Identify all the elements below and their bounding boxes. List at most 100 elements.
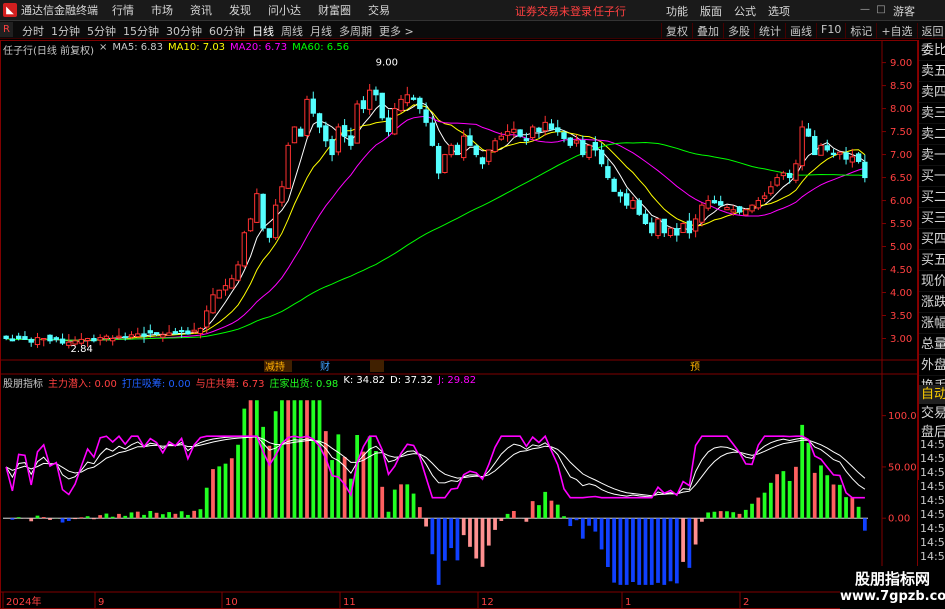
indicator-title[interactable]: 股朋指标 xyxy=(3,375,43,390)
tool-adjust[interactable]: 复权 xyxy=(661,23,692,39)
period-timeshare[interactable]: 分时 xyxy=(22,23,44,39)
period-5min[interactable]: 5分钟 xyxy=(87,23,116,39)
menu-options[interactable]: 选项 xyxy=(768,3,790,19)
guest-user[interactable]: 游客 xyxy=(893,3,915,19)
menu-wealth[interactable]: 财富圈 xyxy=(318,2,351,18)
candle-body xyxy=(718,201,724,206)
side-item-9[interactable]: 买四 xyxy=(919,229,945,250)
tool-add-watchlist[interactable]: +自选 xyxy=(876,23,916,39)
candle-body xyxy=(266,228,273,238)
candle-body xyxy=(316,113,323,128)
side-item-1[interactable]: 卖五 xyxy=(919,61,945,82)
candle-body xyxy=(692,218,699,232)
candle-body xyxy=(185,330,191,335)
candle-body xyxy=(360,100,367,110)
candle-body xyxy=(354,103,360,144)
side-item-14[interactable]: 总量 xyxy=(919,334,945,355)
candle-body xyxy=(843,152,849,160)
tick-time: 14:56 xyxy=(920,550,945,563)
tool-draw[interactable]: 画线 xyxy=(785,23,816,39)
candle-body xyxy=(109,338,116,342)
date-label: 9 xyxy=(98,597,104,608)
tick-time: 14:56 xyxy=(920,480,945,493)
candle-body xyxy=(642,213,649,225)
candle-body xyxy=(97,337,103,341)
candle-body xyxy=(116,335,122,338)
period-1min[interactable]: 1分钟 xyxy=(51,23,80,39)
app-logo-icon: ◣ xyxy=(3,3,17,17)
tool-overlay[interactable]: 叠加 xyxy=(692,23,723,39)
side-item-3[interactable]: 卖三 xyxy=(919,103,945,124)
side-item-12[interactable]: 涨跌 xyxy=(919,292,945,313)
side-item-0[interactable]: 委比 xyxy=(919,40,945,61)
candle-body xyxy=(548,123,555,130)
main-legend: 任子行(日线 前复权) × MA5: 6.83 MA10: 7.03 MA20:… xyxy=(3,42,354,57)
candle-body xyxy=(417,97,423,110)
period-monthly[interactable]: 月线 xyxy=(310,23,332,39)
side-item-10[interactable]: 买五 xyxy=(919,250,945,271)
side-auto[interactable]: 自动 xyxy=(919,385,945,404)
candle-body xyxy=(285,144,291,189)
kline-chart[interactable]: 9.00 8.50 8.00 7.50 7.00 6.50 6.00 5.50 5.00 4.50… xyxy=(0,40,918,609)
candle-body xyxy=(511,128,517,133)
price-tick-label: 6.50 xyxy=(890,173,912,184)
menu-news[interactable]: 资讯 xyxy=(190,2,212,18)
candle-body xyxy=(222,285,229,291)
tool-stats[interactable]: 统计 xyxy=(754,23,785,39)
candle-body xyxy=(47,334,53,342)
period-15min[interactable]: 15分钟 xyxy=(123,23,159,39)
side-item-13[interactable]: 涨幅 xyxy=(919,313,945,334)
event-marker: 预 xyxy=(690,361,700,373)
menu-market[interactable]: 行情 xyxy=(112,2,134,18)
side-item-4[interactable]: 卖二 xyxy=(919,124,945,145)
tool-multistock[interactable]: 多股 xyxy=(723,23,754,39)
candle-body xyxy=(661,218,667,234)
tool-mark[interactable]: 标记 xyxy=(845,23,876,39)
side-trade[interactable]: 交易 xyxy=(919,404,945,423)
candle-body xyxy=(529,126,536,139)
candle-body xyxy=(849,156,856,163)
candle-body xyxy=(323,125,329,142)
period-multi[interactable]: 多周期 xyxy=(339,23,372,39)
maximize-icon[interactable]: □ xyxy=(874,3,888,17)
candle-body xyxy=(291,126,298,144)
minimize-icon[interactable]: — xyxy=(858,3,872,17)
price-tick-label: 6.00 xyxy=(890,196,912,207)
legend-distribute: 庄家出货: 0.98 xyxy=(269,379,339,390)
candle-body xyxy=(41,338,47,341)
side-item-11[interactable]: 现价 xyxy=(919,271,945,292)
candle-body xyxy=(674,228,680,236)
legend-ma5: MA5: 6.83 xyxy=(112,42,164,53)
candle-body xyxy=(59,338,66,344)
period-daily[interactable]: 日线 xyxy=(252,23,274,39)
price-tick-label: 4.50 xyxy=(890,265,912,276)
legend-ma10: MA10: 7.03 xyxy=(168,42,226,53)
candle-body xyxy=(730,209,736,213)
side-item-2[interactable]: 卖四 xyxy=(919,82,945,103)
d-line xyxy=(5,436,866,497)
side-item-15[interactable]: 外盘 xyxy=(919,355,945,376)
menu-trade[interactable]: 交易 xyxy=(368,2,390,18)
candle-body xyxy=(761,195,768,199)
side-item-5[interactable]: 卖一 xyxy=(919,145,945,166)
side-item-8[interactable]: 买三 xyxy=(919,208,945,229)
tool-back[interactable]: 返回 xyxy=(916,23,945,39)
legend-close-icon[interactable]: × xyxy=(99,42,107,57)
period-60min[interactable]: 60分钟 xyxy=(209,23,245,39)
period-more[interactable]: 更多 > xyxy=(379,23,414,39)
menu-ask[interactable]: 问小达 xyxy=(268,2,301,18)
side-item-6[interactable]: 买一 xyxy=(919,166,945,187)
menu-formula[interactable]: 公式 xyxy=(734,3,756,19)
menu-layout[interactable]: 版面 xyxy=(700,3,722,19)
tool-f10[interactable]: F10 xyxy=(816,23,845,39)
login-warning[interactable]: 证券交易未登录 xyxy=(515,3,592,19)
candle-body xyxy=(655,218,661,237)
period-30min[interactable]: 30分钟 xyxy=(166,23,202,39)
menu-discover[interactable]: 发现 xyxy=(229,2,251,18)
period-tabs: 分时 1分钟 5分钟 15分钟 30分钟 60分钟 日线 周线 月线 多周期 更… xyxy=(22,23,421,39)
side-item-7[interactable]: 买二 xyxy=(919,187,945,208)
menu-markets[interactable]: 市场 xyxy=(151,2,173,18)
candle-body xyxy=(398,98,404,112)
period-weekly[interactable]: 周线 xyxy=(281,23,303,39)
menu-function[interactable]: 功能 xyxy=(666,3,688,19)
